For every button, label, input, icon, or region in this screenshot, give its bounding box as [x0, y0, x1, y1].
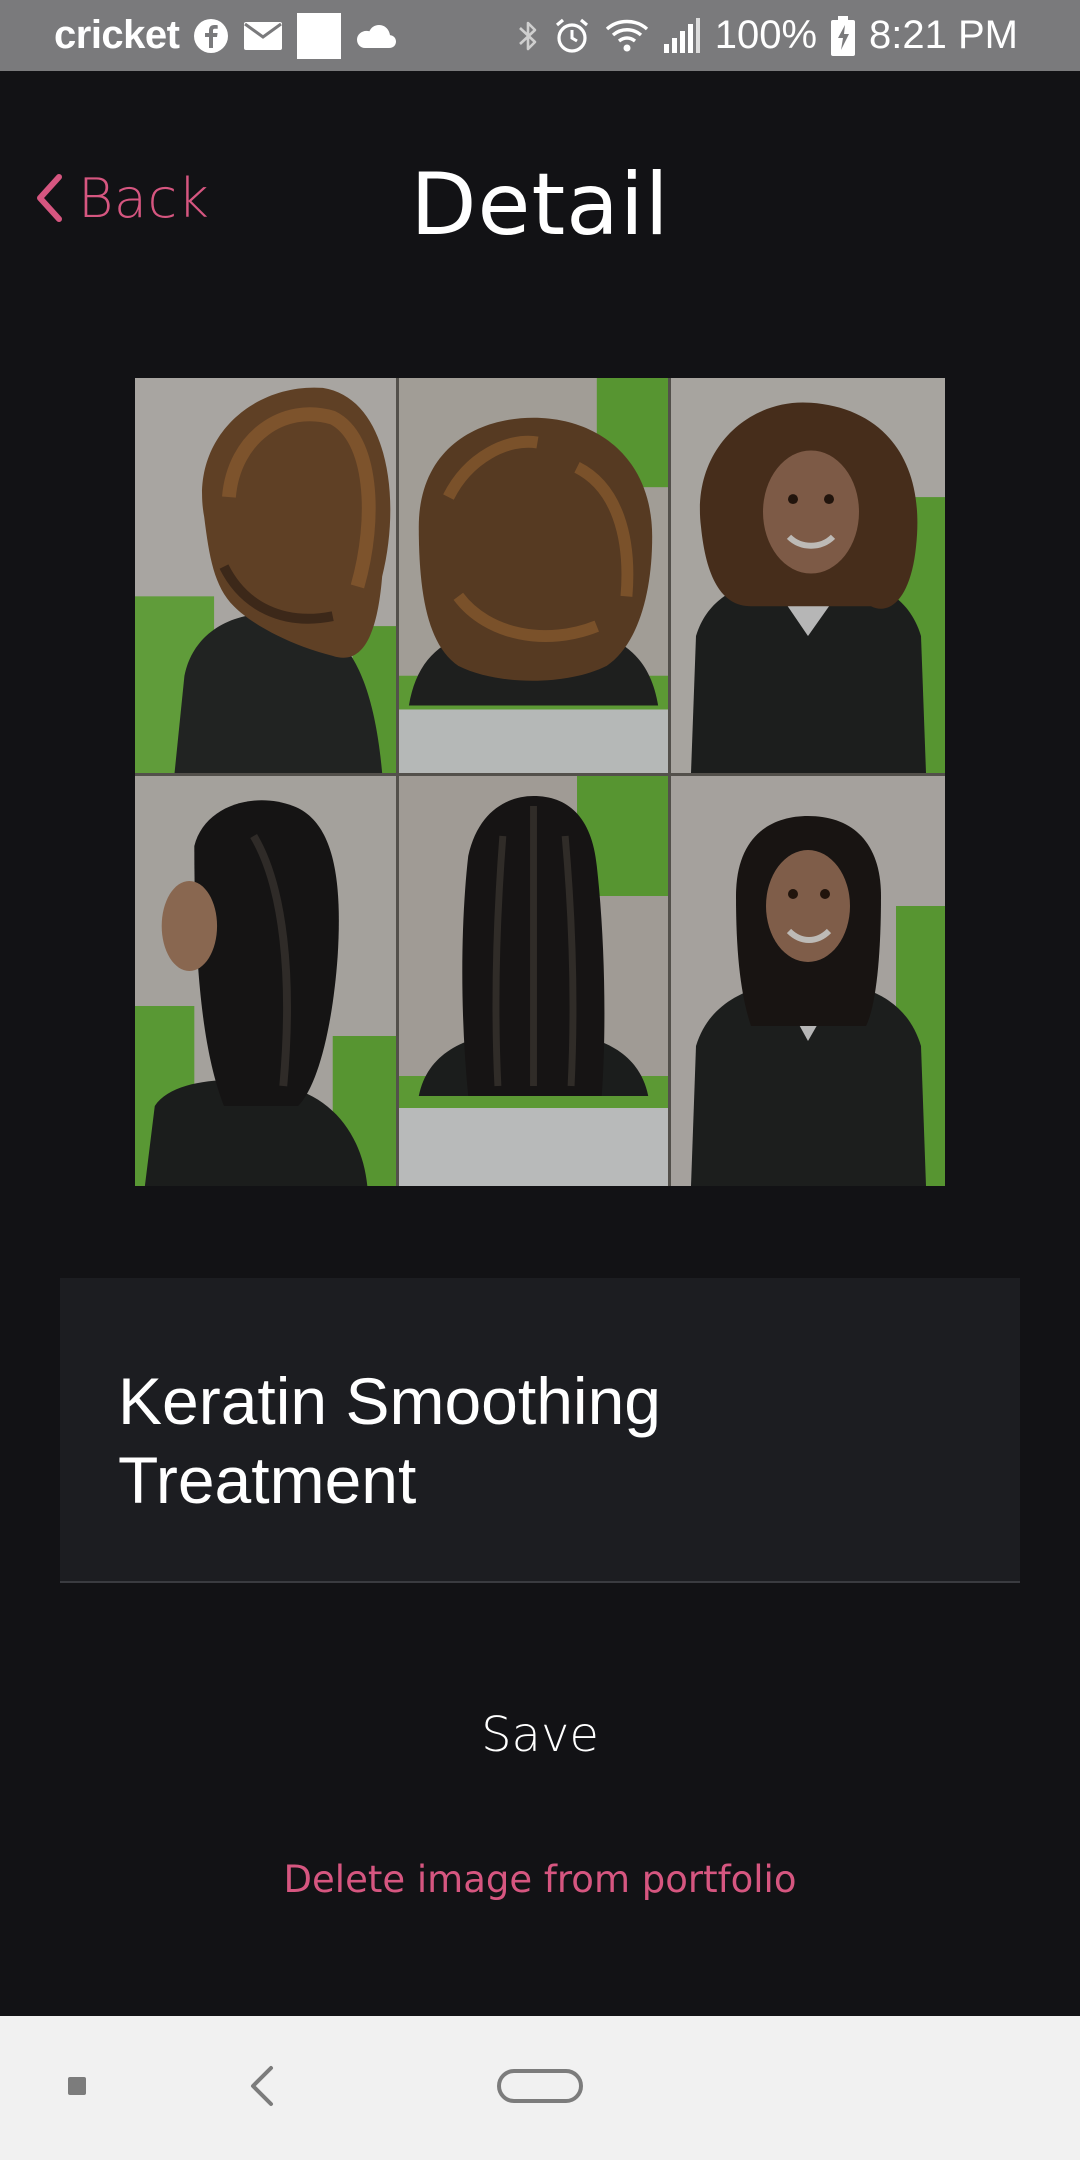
title-field[interactable]: Keratin Smoothing Treatment [60, 1278, 1020, 1583]
status-right: 100% 8:21 PM [517, 0, 1018, 71]
cloud-icon [355, 22, 397, 50]
carrier-label: cricket [54, 13, 180, 57]
nav-back-button[interactable] [222, 2016, 302, 2160]
mail-icon [243, 21, 283, 51]
collage-cell-after-back [399, 776, 671, 1186]
home-icon [496, 2068, 584, 2109]
battery-percentage: 100% [714, 13, 818, 57]
collage-cell-before-side [135, 378, 399, 776]
header: Back Detail [0, 71, 1080, 331]
title-field-value: Keratin Smoothing Treatment [118, 1364, 661, 1517]
recent-apps-icon [67, 2076, 87, 2101]
page-title: Detail [410, 155, 670, 255]
home-button[interactable] [480, 2016, 600, 2160]
facebook-icon [193, 18, 229, 54]
collage-cell-before-back [399, 378, 671, 776]
save-button[interactable]: Save [340, 1695, 740, 1775]
before-after-hair-collage-image[interactable] [135, 378, 945, 1186]
signal-icon [663, 17, 701, 54]
clock: 8:21 PM [869, 13, 1018, 57]
alarm-icon [553, 17, 591, 55]
collage-cell-before-front [671, 378, 945, 776]
recent-apps-button[interactable] [40, 2016, 114, 2160]
delete-image-link[interactable]: Delete image from portfolio [240, 1850, 840, 1910]
bluetooth-icon [517, 18, 539, 54]
wifi-icon [605, 18, 649, 54]
notification-square-icon [297, 12, 342, 59]
back-icon [247, 2064, 277, 2113]
collage-cell-after-side [135, 776, 399, 1186]
collage-cell-after-front [671, 776, 945, 1186]
status-bar: cricket 100% 8:21 PM [0, 0, 1080, 71]
status-left: cricket [54, 0, 397, 71]
navigation-bar [0, 2016, 1080, 2160]
battery-charging-icon [831, 15, 856, 56]
